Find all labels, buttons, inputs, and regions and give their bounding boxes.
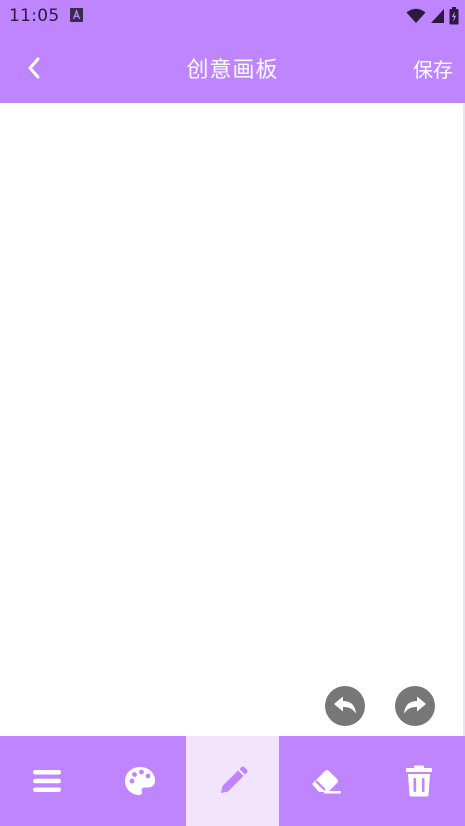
menu-icon: [32, 770, 61, 792]
bottom-toolbar: [0, 736, 465, 826]
undo-button[interactable]: [325, 686, 365, 726]
trash-icon: [405, 765, 432, 797]
screen: 11:05 创意画板 保存: [0, 0, 465, 826]
page-title: 创意画板: [186, 58, 279, 83]
battery-charging-icon: [449, 7, 459, 25]
pencil-icon: [220, 766, 248, 793]
redo-button[interactable]: [395, 686, 435, 726]
status-time: 11:05: [9, 6, 60, 26]
undo-icon: [334, 696, 356, 714]
app-bar: 创意画板 保存: [0, 32, 465, 103]
menu-tool-button[interactable]: [0, 736, 93, 826]
drawing-canvas[interactable]: [0, 103, 463, 736]
save-button[interactable]: 保存: [413, 54, 453, 83]
status-icons: [406, 7, 459, 25]
palette-tool-button[interactable]: [93, 736, 186, 826]
palette-icon: [124, 767, 155, 795]
redo-icon: [404, 696, 426, 714]
eraser-tool-button[interactable]: [279, 736, 372, 826]
wifi-icon: [406, 8, 426, 23]
status-bar: 11:05: [0, 0, 465, 32]
eraser-icon: [311, 770, 341, 794]
a-letter-icon: [70, 8, 83, 22]
trash-tool-button[interactable]: [372, 736, 465, 826]
pencil-tool-button[interactable]: [186, 736, 279, 826]
cell-signal-icon: [431, 9, 444, 23]
